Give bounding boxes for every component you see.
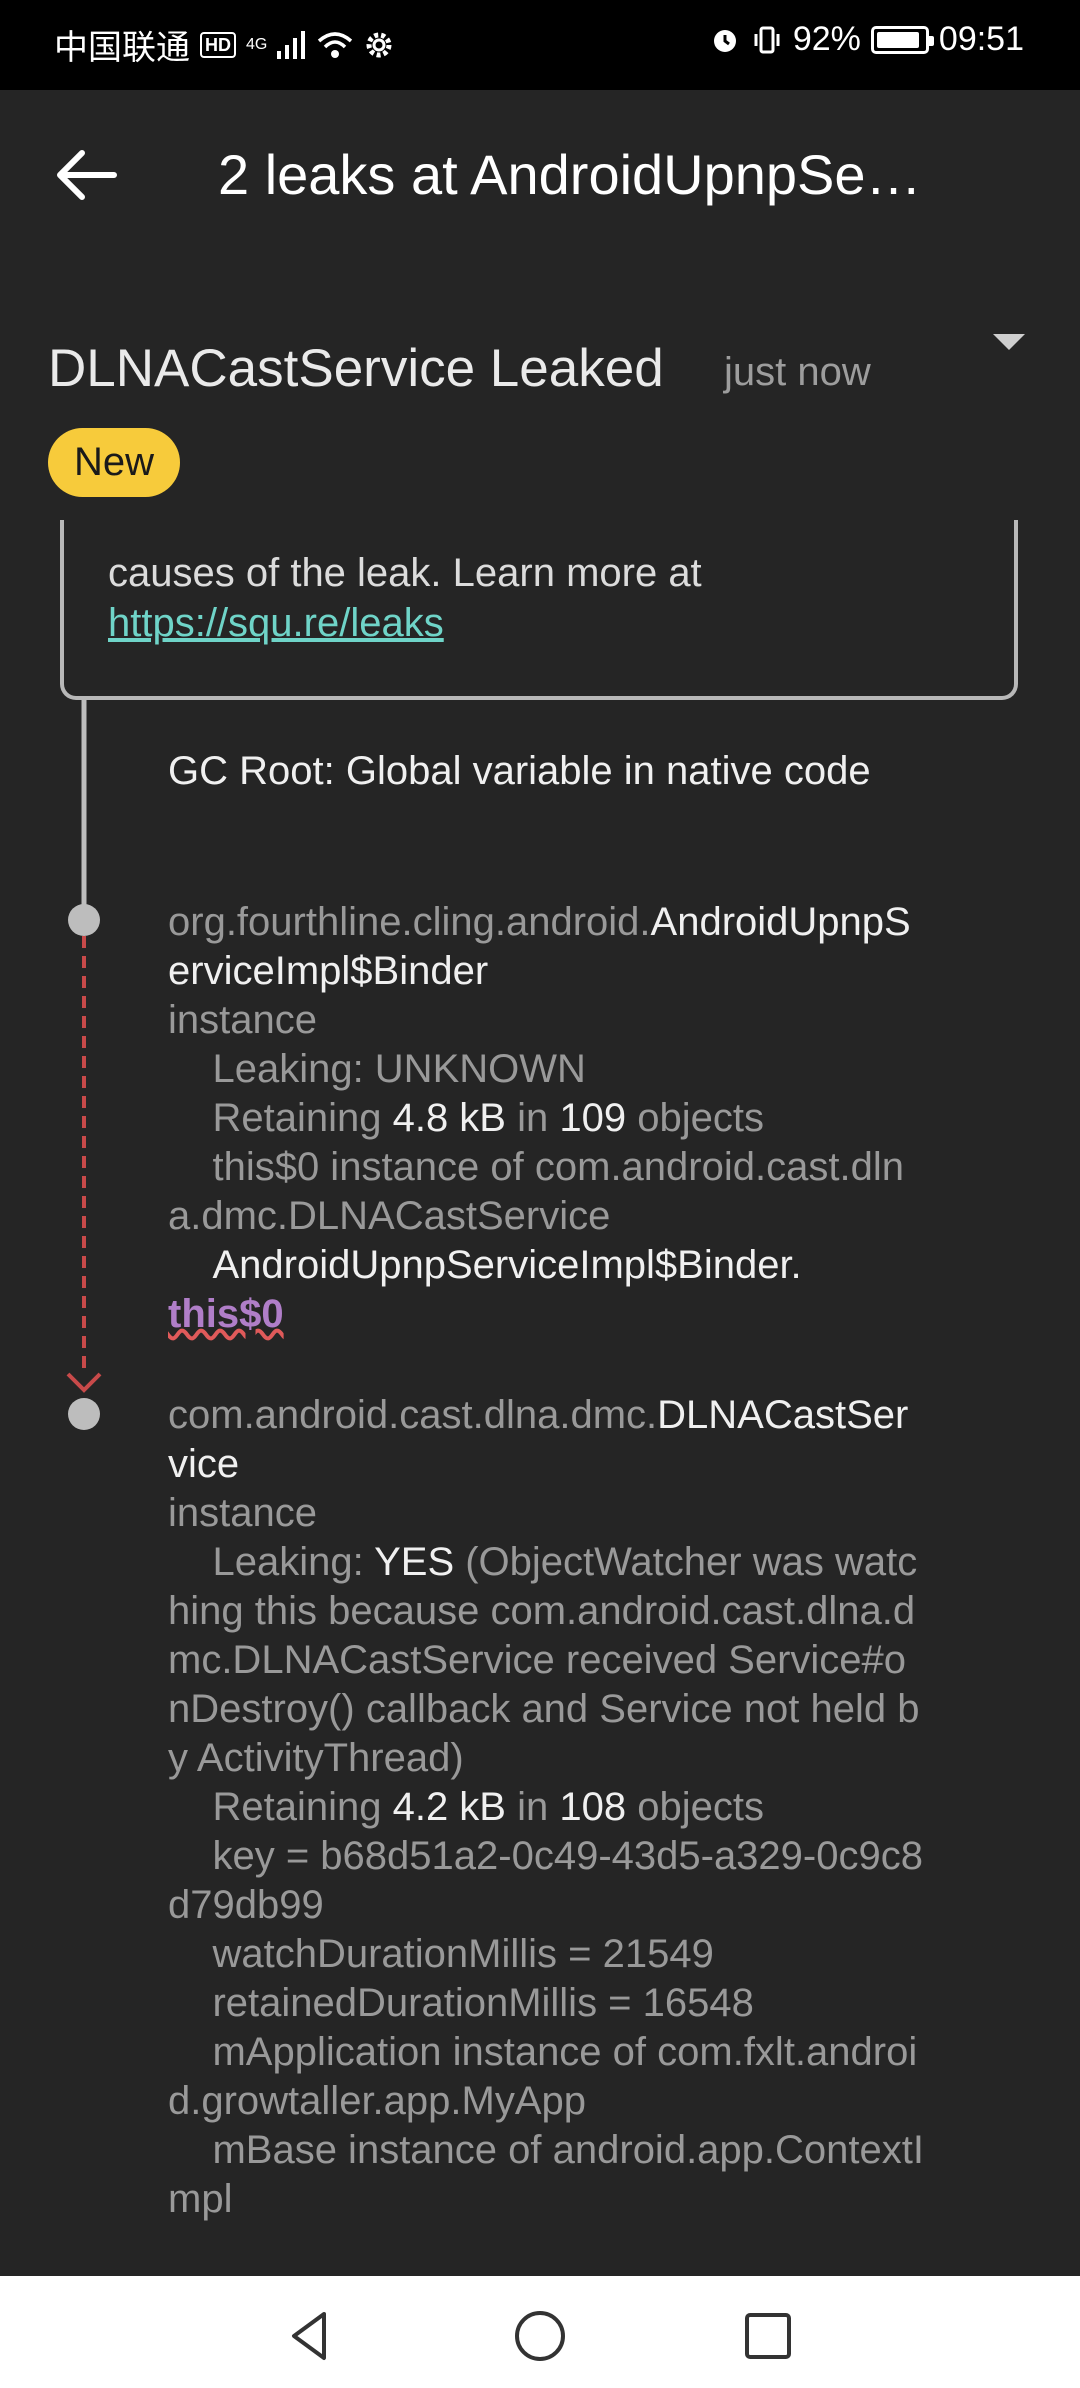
square-recents-icon[interactable] (738, 2306, 798, 2366)
node2-retaining-obj: objects (626, 1785, 764, 1829)
node2-suffix: instance (168, 1491, 317, 1535)
settings-gear-icon (366, 32, 392, 57)
node2-pkg: com.android.cast.dlna.dmc. (168, 1393, 658, 1437)
node2-retaining-label: Retaining (212, 1785, 393, 1829)
battery-icon (870, 25, 934, 54)
network-type: 4G (246, 35, 268, 53)
status-left: 中国联通 HD 4G (54, 20, 395, 69)
trace-node-1 (68, 904, 100, 936)
gc-root-label: GC Root: Global variable in native code (168, 749, 871, 793)
node1-retaining-count: 109 (559, 1096, 627, 1140)
app-bar: 2 leaks at AndroidUpnpSe… (0, 90, 1080, 260)
alarm-icon (713, 29, 736, 52)
node1-pkg: org.fourthline.cling.android. (168, 900, 651, 944)
status-right: 92% 09:51 (709, 20, 1024, 59)
info-text: causes of the leak. Learn more at (108, 551, 702, 595)
arrow-left-icon[interactable] (50, 145, 120, 205)
vibrate-icon (754, 26, 780, 53)
trace-node-2-details: com.android.cast.dlna.dmc.DLNACastServic… (168, 1391, 928, 2224)
trace-node-1-details: org.fourthline.cling.android. AndroidUpnp… (168, 898, 928, 1339)
triangle-back-icon[interactable] (280, 2306, 340, 2366)
leak-header[interactable]: DLNACastService Leaked just now (48, 334, 1048, 399)
node2-leaking-label: Leaking: (212, 1540, 375, 1584)
page-title: 2 leaks at AndroidUpnpSe… (218, 143, 922, 206)
node1-retaining-label: Retaining (212, 1096, 393, 1140)
leak-time: just now (724, 350, 871, 394)
node1-retaining-size: 4.8 kB (392, 1096, 506, 1140)
caret-down-icon[interactable] (993, 334, 1025, 350)
system-nav-bar (0, 2276, 1080, 2388)
new-badge: New (48, 428, 181, 497)
info-text-block: causes of the leak. Learn more at https:… (108, 548, 702, 648)
node2-retaining-count: 108 (559, 1785, 627, 1829)
node2-mapplication: mApplication instance of com.fxlt.androi… (168, 2030, 918, 2123)
leak-title: DLNACastService Leaked (48, 339, 664, 398)
node1-suffix: instance (168, 998, 317, 1042)
battery-level (876, 31, 919, 48)
node2-retaining-in: in (505, 1785, 560, 1829)
node1-leaking-label: Leaking: (212, 1047, 375, 1091)
node1-field-desc: this$0 instance of com.android.cast.dlna… (168, 1145, 904, 1238)
node1-retaining-in: in (505, 1096, 560, 1140)
node1-ref-owner: AndroidUpnpServiceImpl$Binder. (212, 1243, 802, 1287)
learn-more-link[interactable]: https://squ.re/leaks (108, 598, 702, 648)
node2-key: key = b68d51a2-0c49-43d5-a329-0c9c8d79db… (168, 1834, 923, 1927)
node2-leaking-value: YES (374, 1540, 455, 1584)
leak-arrow-icon (66, 1372, 102, 1393)
carrier-label: 中国联通 (54, 29, 190, 67)
battery-percent: 92% (792, 20, 861, 58)
hd-icon: HD (200, 31, 236, 58)
node1-retaining-obj: objects (626, 1096, 764, 1140)
wifi-icon (318, 31, 353, 58)
node2-retained-duration: retainedDurationMillis = 16548 (212, 1981, 754, 2025)
signal-icon (277, 30, 306, 59)
node2-retaining-size: 4.2 kB (392, 1785, 506, 1829)
node1-ref-field[interactable]: this$0 (168, 1292, 284, 1336)
status-bar: 中国联通 HD 4G 92% 09:51 (0, 0, 1080, 90)
trace-node-2 (68, 1398, 100, 1430)
node2-watch-duration: watchDurationMillis = 21549 (212, 1932, 714, 1976)
battery-cap (928, 35, 934, 46)
node1-leaking-value: UNKNOWN (374, 1047, 586, 1091)
clock: 09:51 (938, 20, 1024, 58)
circle-home-icon[interactable] (510, 2306, 570, 2366)
node2-mbase: mBase instance of android.app.ContextImp… (168, 2128, 924, 2221)
